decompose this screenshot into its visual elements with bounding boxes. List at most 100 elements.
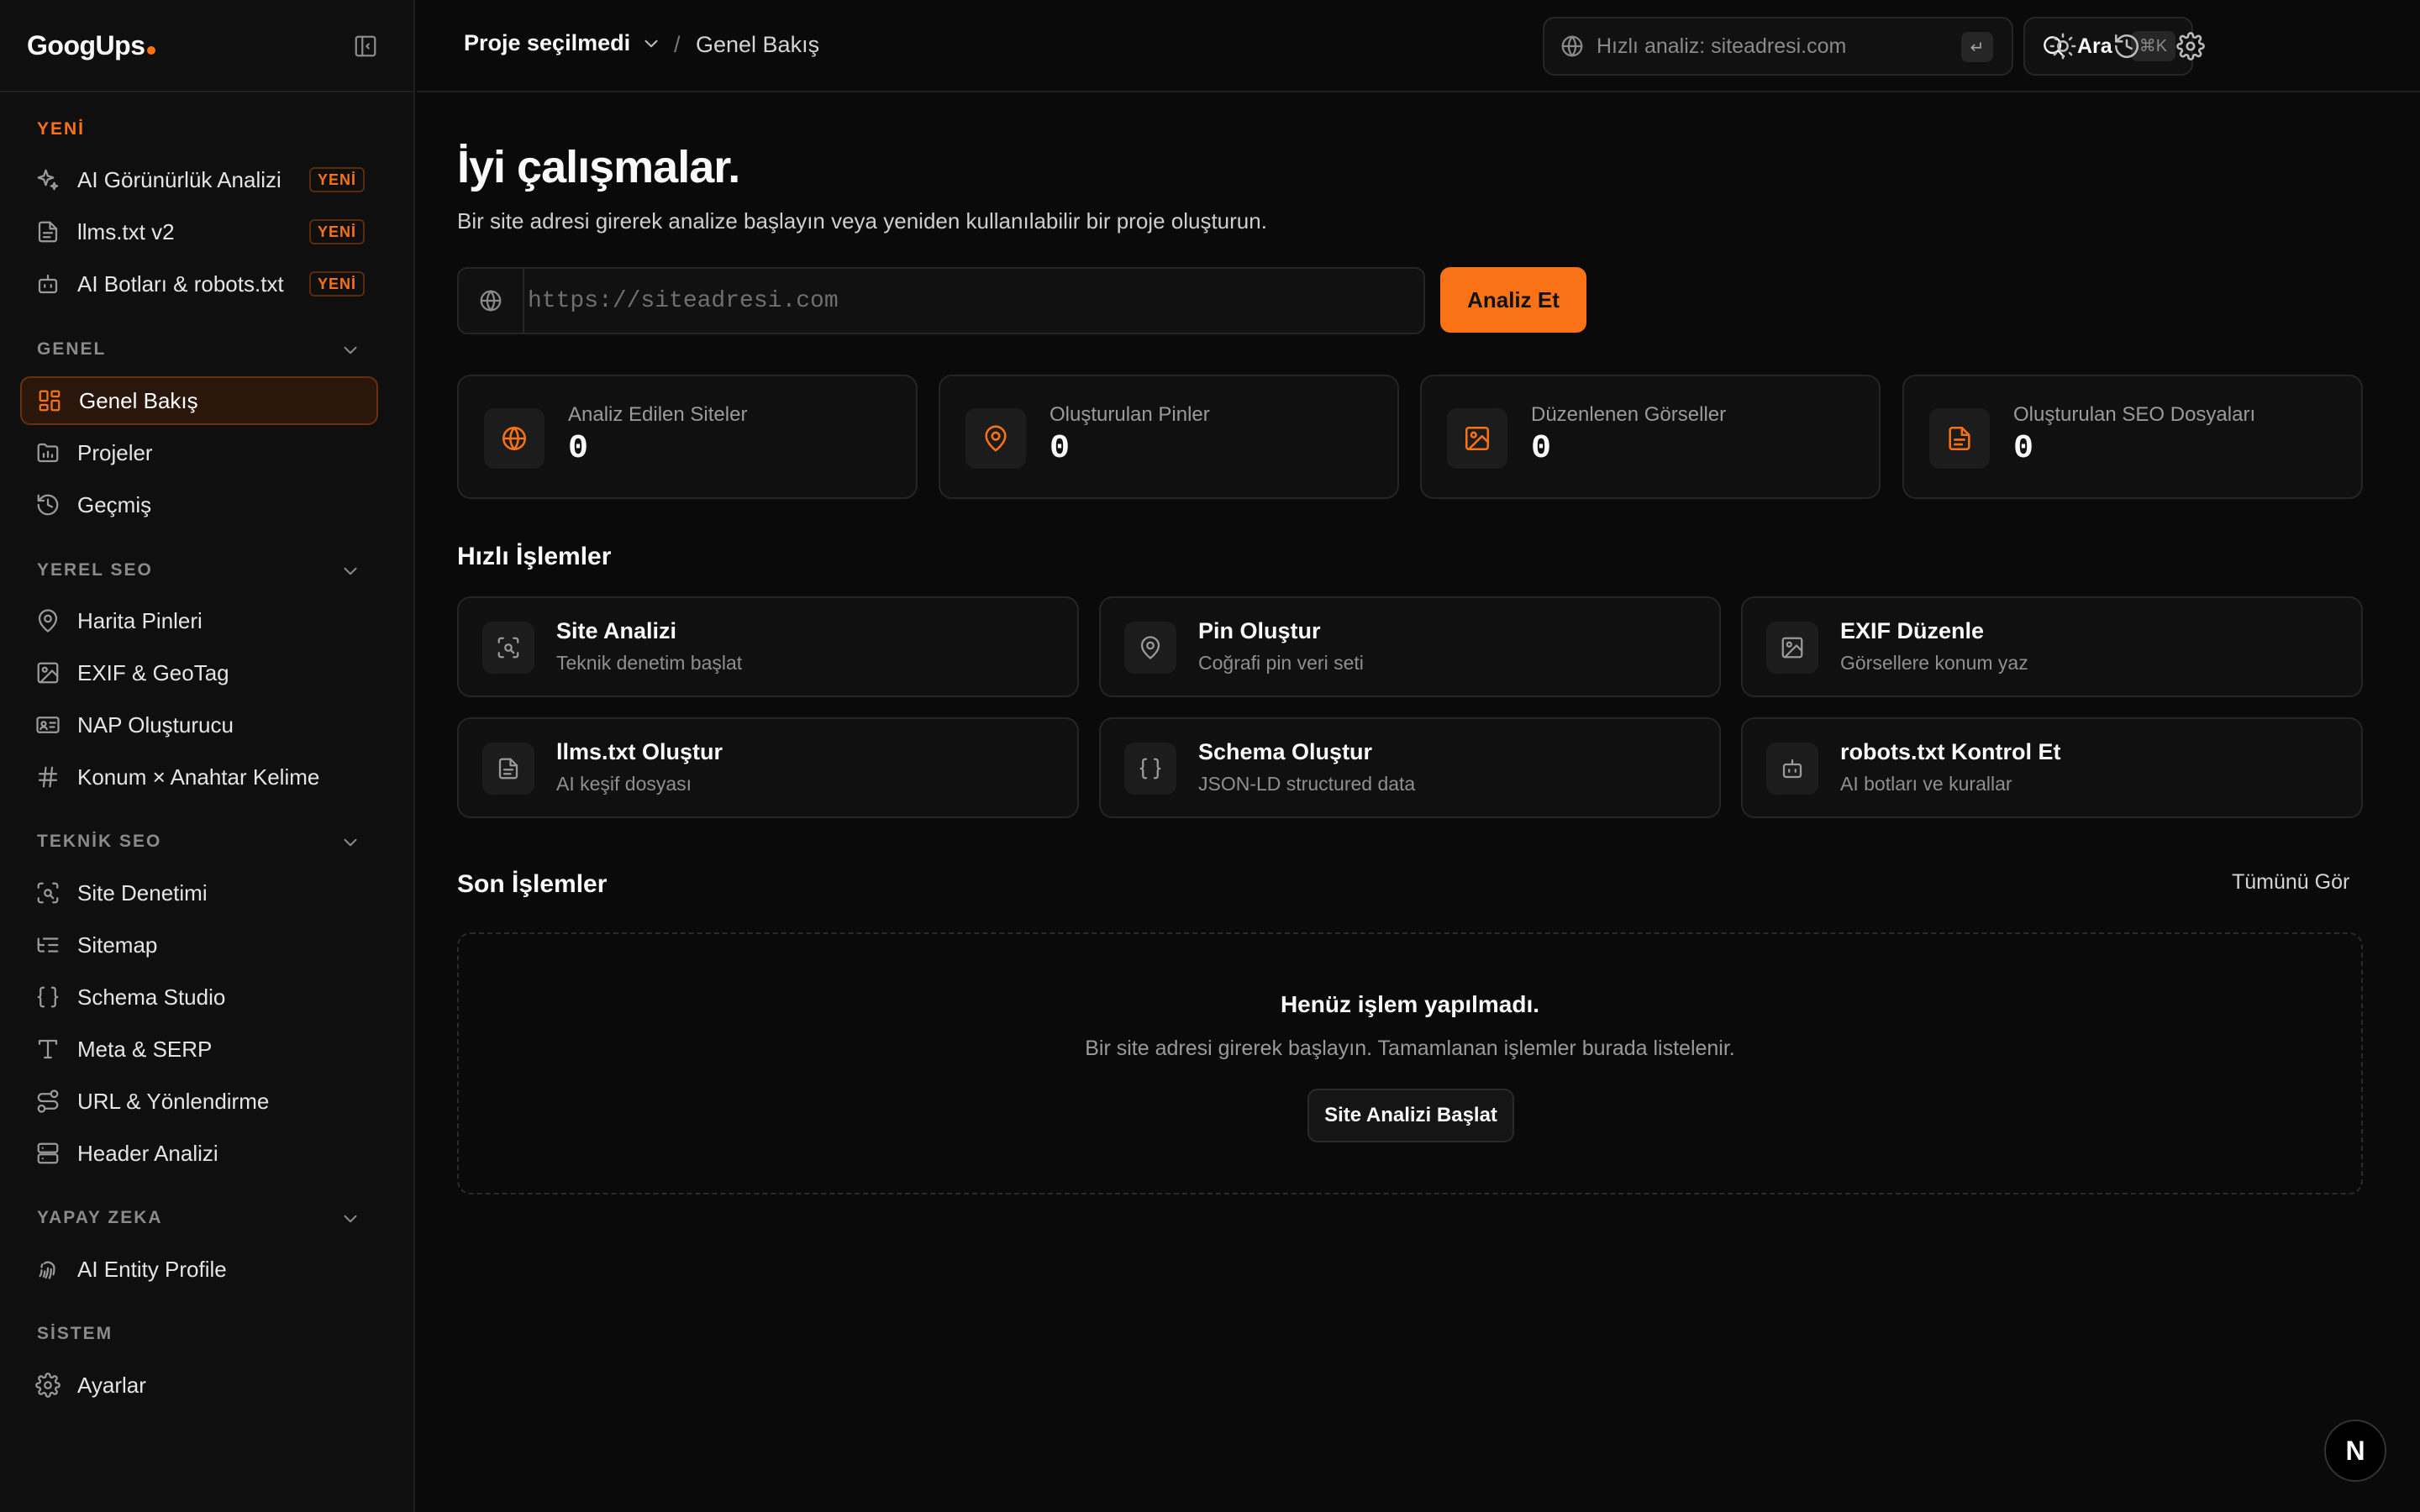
quick-analysis-box: ↵ bbox=[1543, 17, 2013, 76]
file-text-icon bbox=[1949, 426, 1970, 451]
sidebar-item-site-audit[interactable]: Site Denetimi bbox=[20, 869, 378, 917]
sidebar-item-label: AI Görünürlük Analizi bbox=[77, 166, 281, 192]
quick-action-schema[interactable]: Schema Oluştur JSON-LD structured data bbox=[1099, 717, 1721, 818]
stat-label: Düzenlenen Görseller bbox=[1531, 403, 1727, 426]
see-all-link[interactable]: Tümünü Gör bbox=[2232, 870, 2349, 895]
quick-action-pin[interactable]: Pin Oluştur Coğrafi pin veri seti bbox=[1099, 596, 1721, 697]
folder-chart-icon bbox=[37, 443, 59, 463]
theme-toggle-button[interactable] bbox=[2049, 32, 2077, 60]
stat-value: 0 bbox=[1531, 430, 1552, 468]
sun-icon bbox=[2049, 33, 2076, 60]
scan-search-icon bbox=[497, 637, 519, 659]
globe-icon bbox=[480, 290, 502, 312]
breadcrumb-separator: / bbox=[674, 32, 681, 57]
history-icon bbox=[2114, 34, 2139, 59]
sidebar-item-meta[interactable]: Meta & SERP bbox=[20, 1025, 378, 1074]
quick-action-exif[interactable]: EXIF Düzenle Görsellere konum yaz bbox=[1741, 596, 2363, 697]
section-label-new: YENİ bbox=[37, 119, 86, 139]
project-selector[interactable]: Proje seçilmedi bbox=[464, 30, 662, 56]
sidebar-item-sitemap[interactable]: Sitemap bbox=[20, 921, 378, 969]
url-globe bbox=[459, 269, 524, 333]
chevron-down-icon[interactable] bbox=[339, 560, 361, 582]
empty-state: Henüz işlem yapılmadı. Bir site adresi g… bbox=[457, 932, 2363, 1194]
quick-action-llms[interactable]: llms.txt Oluştur AI keşif dosyası bbox=[457, 717, 1079, 818]
logo-dot bbox=[147, 46, 156, 55]
start-site-analysis-button[interactable]: Site Analizi Başlat bbox=[1307, 1089, 1514, 1142]
sidebar-item-schema[interactable]: Schema Studio bbox=[20, 973, 378, 1021]
stat-icon bbox=[484, 408, 544, 469]
sidebar-item-label: AI Botları & robots.txt bbox=[77, 270, 284, 297]
settings-button[interactable] bbox=[2176, 32, 2205, 60]
logo[interactable]: GoogUps bbox=[27, 30, 156, 61]
sidebar-item-overview[interactable]: Genel Bakış bbox=[20, 376, 378, 425]
sidebar-item-label: Konum × Anahtar Kelime bbox=[77, 764, 320, 790]
sidebar-item-label: AI Entity Profile bbox=[77, 1256, 227, 1282]
sidebar-item-header[interactable]: Header Analizi bbox=[20, 1129, 378, 1178]
sidebar-item-label: Geçmiş bbox=[77, 491, 152, 517]
stat-value: 0 bbox=[568, 430, 589, 468]
sidebar-item-label: Sitemap bbox=[77, 932, 158, 958]
map-pin-icon bbox=[1140, 636, 1160, 659]
page-title: İyi çalışmalar. bbox=[457, 142, 740, 192]
globe-icon bbox=[1561, 35, 1583, 57]
sidebar: GoogUps YENİ AI Görünürlük Analizi YENİ … bbox=[0, 0, 415, 1512]
sidebar-item-llms[interactable]: llms.txt v2 YENİ bbox=[20, 207, 378, 256]
stat-icon bbox=[965, 408, 1026, 469]
type-icon bbox=[38, 1039, 58, 1059]
n-badge-button[interactable]: N bbox=[2324, 1420, 2386, 1482]
qa-icon bbox=[482, 622, 534, 674]
qa-subtitle: AI keşif dosyası bbox=[556, 773, 692, 795]
file-text-icon bbox=[498, 758, 518, 780]
enter-key-hint[interactable]: ↵ bbox=[1961, 32, 1993, 62]
url-input-box bbox=[457, 267, 1425, 334]
sidebar-item-ai-bots[interactable]: AI Botları & robots.txt YENİ bbox=[20, 260, 378, 308]
breadcrumb: Genel Bakış bbox=[696, 32, 820, 57]
quick-action-robots[interactable]: robots.txt Kontrol Et AI botları ve kura… bbox=[1741, 717, 2363, 818]
empty-state-title: Henüz işlem yapılmadı. bbox=[1280, 991, 1540, 1017]
map-pin-icon bbox=[38, 609, 58, 633]
sidebar-item-label: Site Denetimi bbox=[77, 879, 208, 906]
sidebar-item-location-keyword[interactable]: Konum × Anahtar Kelime bbox=[20, 753, 378, 801]
sidebar-item-nap[interactable]: NAP Oluşturucu bbox=[20, 701, 378, 749]
sidebar-item-history[interactable]: Geçmiş bbox=[20, 480, 378, 529]
stat-card-seo-files: Oluşturulan SEO Dosyaları 0 bbox=[1902, 375, 2363, 499]
sidebar-item-settings[interactable]: Ayarlar bbox=[20, 1361, 378, 1410]
qa-icon bbox=[1766, 743, 1818, 795]
sidebar-item-url[interactable]: URL & Yönlendirme bbox=[20, 1077, 378, 1126]
sidebar-item-label: llms.txt v2 bbox=[77, 218, 175, 244]
file-text-icon bbox=[38, 221, 58, 243]
sidebar-item-exif[interactable]: EXIF & GeoTag bbox=[20, 648, 378, 697]
sidebar-collapse-button[interactable] bbox=[351, 32, 380, 60]
stat-icon bbox=[1929, 408, 1990, 469]
stat-value: 0 bbox=[1050, 430, 1071, 468]
sidebar-item-projects[interactable]: Projeler bbox=[20, 428, 378, 477]
chevron-down-icon[interactable] bbox=[339, 339, 361, 361]
chevron-down-icon[interactable] bbox=[339, 832, 361, 853]
new-badge: YENİ bbox=[308, 219, 365, 244]
quick-analysis-input[interactable] bbox=[1597, 34, 1949, 59]
history-button[interactable] bbox=[2112, 32, 2141, 60]
analyze-button[interactable]: Analiz Et bbox=[1440, 267, 1586, 333]
qa-title: Pin Oluştur bbox=[1198, 618, 1321, 643]
sidebar-item-entity[interactable]: AI Entity Profile bbox=[20, 1245, 378, 1294]
section-label-local-seo: YEREL SEO bbox=[37, 560, 153, 580]
url-input[interactable] bbox=[524, 287, 1365, 314]
project-selector-label: Proje seçilmedi bbox=[464, 30, 631, 55]
qa-icon bbox=[482, 743, 534, 795]
section-label-technical-seo: TEKNİK SEO bbox=[37, 832, 162, 851]
image-icon bbox=[1465, 426, 1490, 451]
sidebar-item-map-pins[interactable]: Harita Pinleri bbox=[20, 596, 378, 645]
main-content: İyi çalışmalar. Bir site adresi girerek … bbox=[417, 94, 2420, 1512]
fingerprint-icon bbox=[39, 1261, 55, 1279]
quick-action-site-analysis[interactable]: Site Analizi Teknik denetim başlat bbox=[457, 596, 1079, 697]
qa-title: llms.txt Oluştur bbox=[556, 739, 723, 764]
list-tree-icon bbox=[37, 937, 59, 953]
stat-value: 0 bbox=[2013, 430, 2034, 468]
chevron-down-icon[interactable] bbox=[339, 1208, 361, 1230]
sidebar-header: GoogUps bbox=[0, 0, 413, 92]
sidebar-item-ai-visibility[interactable]: AI Görünürlük Analizi YENİ bbox=[20, 155, 378, 204]
qa-icon bbox=[1766, 622, 1818, 674]
sidebar-item-label: NAP Oluşturucu bbox=[77, 711, 234, 738]
logo-text: GoogUps bbox=[27, 30, 145, 60]
globe-icon bbox=[502, 426, 527, 451]
